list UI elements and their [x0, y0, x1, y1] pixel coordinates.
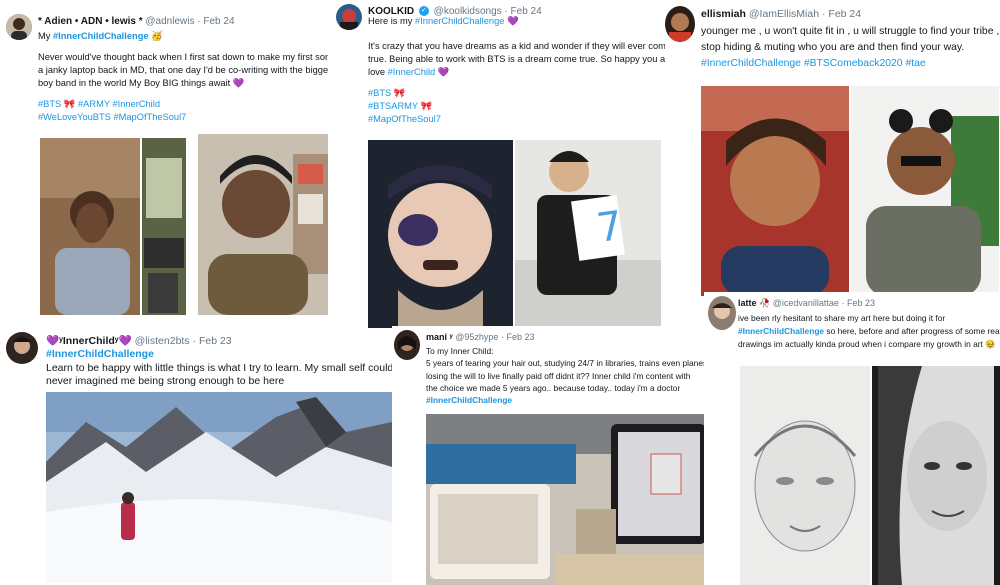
display-name[interactable]: 💜ʸInnerChildʸ💜 [46, 335, 132, 347]
avatar[interactable] [6, 14, 32, 40]
tweet-line: My #InnerChildChallenge 🥳 [38, 30, 343, 43]
separator-dot: · [841, 298, 845, 308]
tweet-line: a janky laptop back in MD, that one day … [38, 65, 336, 75]
hashtag-link[interactable]: #InnerChildChallenge [738, 326, 824, 336]
tweet-line: #InnerChildChallenge so here, before and… [738, 325, 1000, 338]
tweet-line: love #InnerChild 💜 [368, 66, 668, 79]
handle[interactable]: @listen2bts [135, 335, 190, 347]
tweet-line: stop hiding & muting who you are and the… [701, 42, 965, 53]
media-photo-room[interactable] [142, 138, 186, 315]
tweet-line: never imagined me being strong enough to… [46, 375, 285, 387]
media-photo-pirate-child[interactable] [368, 140, 513, 328]
avatar[interactable] [708, 296, 736, 330]
hashtag-link[interactable]: #InnerChild [388, 67, 436, 77]
timestamp[interactable]: Feb 24 [203, 16, 234, 27]
handle[interactable]: @IamEllisMiah [749, 8, 819, 20]
tweet-line: Here is my #InnerChildChallenge 💜 [368, 15, 668, 28]
avatar[interactable] [665, 6, 695, 42]
hashtag-link[interactable]: #InnerChildChallenge [415, 16, 504, 26]
tweet-adnlewis[interactable]: * Adien • ADN • lewis * @adnlewis · Feb … [0, 0, 345, 330]
tweet-text: #InnerChildChallenge Learn to be happy w… [46, 348, 394, 389]
display-name[interactable]: ellismiah [701, 8, 746, 20]
media-photo-young-boy[interactable] [701, 86, 849, 296]
display-name[interactable]: * Adien • ADN • lewis * [38, 16, 143, 27]
party-emoji-icon: 🥳 [151, 31, 163, 41]
avatar[interactable] [336, 4, 362, 30]
tweet-line: It's crazy that you have dreams as a kid… [368, 41, 672, 51]
tweet-line: younger me , u won't quite fit in , u wi… [701, 26, 1000, 37]
hashtag-line[interactable]: #BTS 🎀 [368, 87, 668, 100]
tweet-icedvanillattae[interactable]: latte 🥀 @icedvanillattae · Feb 23 ive be… [704, 292, 1000, 585]
tweet-text: Here is my #InnerChildChallenge 💜 It's c… [368, 15, 672, 126]
hashtag-line[interactable]: #BTSARMY 🎀 [368, 100, 668, 113]
separator-dot: · [821, 8, 826, 20]
avatar[interactable] [394, 330, 420, 360]
handle[interactable]: @95zhype [455, 332, 498, 342]
separator-dot: · [197, 16, 201, 27]
tweet-line: true. Being able to work with BTS is a d… [368, 54, 670, 64]
tweet-text: My #InnerChildChallenge 🥳 Never would've… [38, 30, 343, 124]
tweet-header: ellismiah @IamEllisMiah · Feb 24 [701, 8, 861, 20]
tweet-text: younger me , u won't quite fit in , u wi… [701, 24, 1000, 72]
media-photo-adult[interactable] [198, 134, 328, 315]
media-photo-adult-man[interactable] [851, 86, 999, 296]
tweet-line: 5 years of tearing your hair out, studyi… [426, 358, 710, 369]
hashtag-line[interactable]: #InnerChildChallenge [46, 348, 394, 362]
text-span: so here, before and after progress of so… [824, 326, 1000, 336]
tweet-header: mani ʸ @95zhype · Feb 23 [426, 332, 535, 342]
handle[interactable]: @adnlewis [145, 16, 194, 27]
tweet-line: Never would've thought back when I first… [38, 52, 344, 62]
timestamp[interactable]: Feb 23 [199, 335, 232, 347]
media-drawing-after[interactable] [872, 366, 1000, 585]
tweet-line: Learn to be happy with little things is … [46, 361, 394, 374]
tweet-line: drawings im actually kinda proud when i … [738, 339, 996, 349]
hashtag-line[interactable]: #InnerChildChallenge #BTSComeback2020 #t… [701, 56, 999, 72]
tweet-text: ive been rly hesitant to share my art he… [738, 312, 1000, 351]
separator-dot: · [192, 335, 197, 347]
timestamp[interactable]: Feb 24 [828, 8, 861, 20]
tweet-line: boy band in the world My Boy BIG things … [38, 78, 245, 88]
tweet-line: losing the will to live finally paid off… [426, 370, 691, 381]
tweet-header: * Adien • ADN • lewis * @adnlewis · Feb … [38, 16, 235, 27]
tweet-line: the choice we made 5 years ago.. because… [426, 382, 681, 393]
media-photo-adult-sign[interactable]: 7 [515, 140, 661, 328]
tweet-koolkidsongs[interactable]: KOOLKID ✓ @koolkidsongs · Feb 24 Here is… [328, 0, 673, 330]
purple-heart-icon: 💜 [437, 67, 450, 77]
tweet-text: To my Inner Child: 5 years of tearing yo… [426, 345, 710, 406]
avatar[interactable] [6, 332, 38, 364]
hashtag-link[interactable]: #InnerChildChallenge [53, 31, 149, 41]
tweet-line: To my Inner Child: [426, 346, 494, 356]
purple-heart-icon: 💜 [507, 16, 519, 26]
hashtag-line[interactable]: #MapOfTheSoul7 [368, 113, 668, 126]
tweet-header: 💜ʸInnerChildʸ💜 @listen2bts · Feb 23 [46, 334, 232, 347]
media-photo-study-desk[interactable] [426, 414, 709, 585]
display-name[interactable]: mani ʸ [426, 332, 453, 342]
tweet-iamellismiah[interactable]: ellismiah @IamEllisMiah · Feb 24 younger… [665, 0, 1000, 300]
text-span: Here is my [368, 16, 416, 26]
tweet-95zhype[interactable]: mani ʸ @95zhype · Feb 23 To my Inner Chi… [392, 326, 710, 585]
separator-dot: · [500, 332, 504, 342]
media-photo-snow-mountain[interactable] [46, 392, 392, 583]
tweet-header: latte 🥀 @icedvanillattae · Feb 23 [738, 298, 875, 309]
timestamp[interactable]: Feb 23 [506, 332, 534, 342]
tweet-listen2bts[interactable]: 💜ʸInnerChildʸ💜 @listen2bts · Feb 23 #Inn… [0, 328, 395, 585]
tweet-line: ive been rly hesitant to share my art he… [738, 313, 946, 323]
hashtag-line[interactable]: #BTS 🎀 #ARMY #InnerChild [38, 98, 343, 111]
display-name[interactable]: latte [738, 298, 757, 308]
media-photo-child[interactable] [40, 138, 140, 315]
timestamp[interactable]: Feb 23 [847, 298, 875, 308]
hashtag-line[interactable]: #InnerChildChallenge [426, 394, 710, 406]
wilted-rose-icon: 🥀 [759, 298, 771, 308]
media-drawing-before[interactable] [740, 366, 870, 585]
text-span: My [38, 31, 53, 41]
text-span: love [368, 67, 388, 77]
handle[interactable]: @icedvanillattae [773, 298, 839, 308]
hashtag-line[interactable]: #WeLoveYouBTS #MapOfTheSoul7 [38, 111, 343, 124]
